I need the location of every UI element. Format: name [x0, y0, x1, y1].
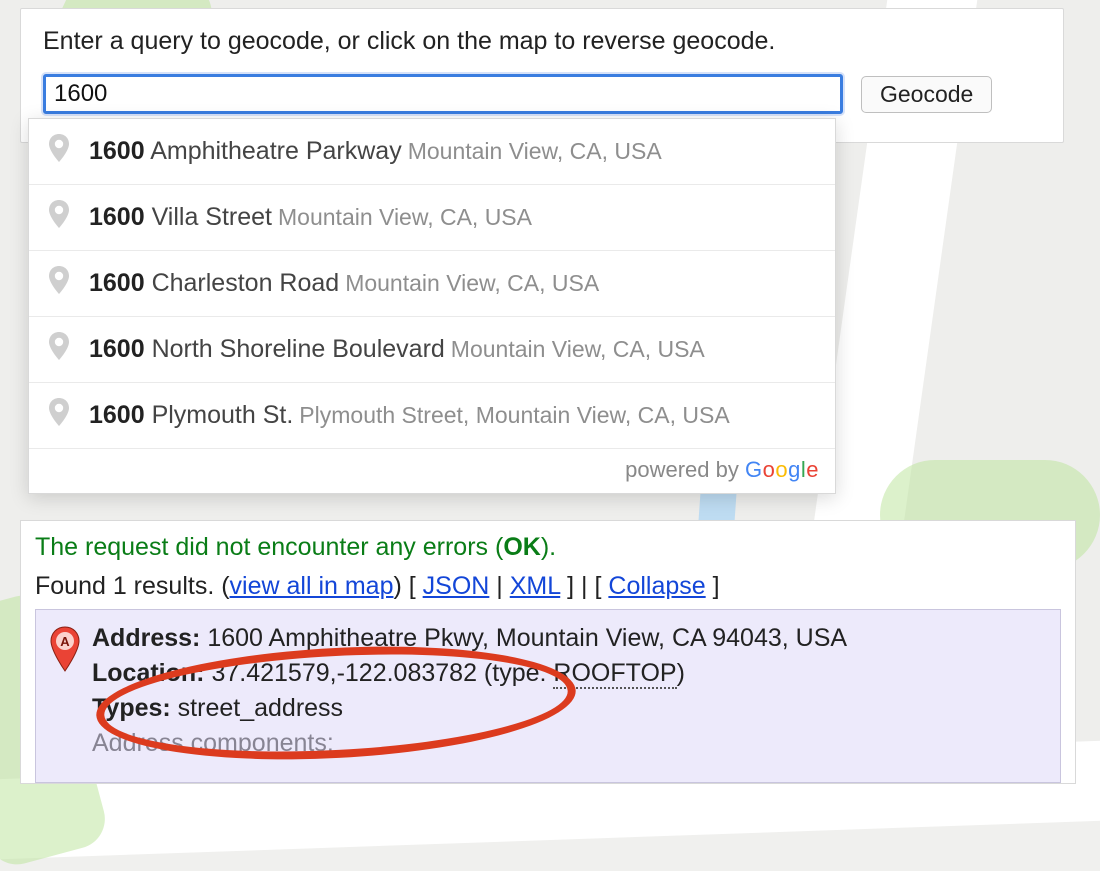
address-line: Address: 1600 Amphitheatre Pkwy, Mountai… [92, 624, 1046, 653]
link-view-all-in-map[interactable]: view all in map [230, 572, 394, 600]
autocomplete-rest: Villa Street [145, 203, 272, 231]
link-json[interactable]: JSON [423, 572, 490, 600]
map-pin-icon [47, 265, 71, 302]
autocomplete-item[interactable]: 1600 Plymouth St.Plymouth Street, Mounta… [29, 383, 835, 449]
type-close: ) [677, 659, 685, 687]
query-row: Geocode [43, 74, 1041, 114]
google-logo: Google [745, 457, 819, 482]
geocode-button[interactable]: Geocode [861, 76, 992, 113]
result-marker-a-icon: A [50, 626, 80, 672]
map-pin-icon [47, 199, 71, 236]
autocomplete-item[interactable]: 1600 Charleston RoadMountain View, CA, U… [29, 251, 835, 317]
found-prefix: Found 1 results. ( [35, 572, 230, 600]
type-open: (type: [484, 659, 553, 687]
autocomplete-rest: Plymouth St. [145, 401, 294, 429]
link-xml[interactable]: XML [510, 572, 560, 600]
address-value: 1600 Amphitheatre Pkwy, Mountain View, C… [200, 624, 847, 652]
autocomplete-match: 1600 [89, 269, 145, 297]
autocomplete-secondary: Mountain View, CA, USA [345, 270, 599, 296]
autocomplete-match: 1600 [89, 335, 145, 363]
autocomplete-secondary: Plymouth Street, Mountain View, CA, USA [299, 402, 729, 428]
sep-1: ) [ [393, 572, 422, 600]
autocomplete-main: 1600 Villa StreetMountain View, CA, USA [89, 203, 532, 232]
autocomplete-match: 1600 [89, 401, 145, 429]
link-collapse[interactable]: Collapse [608, 572, 705, 600]
autocomplete-secondary: Mountain View, CA, USA [408, 138, 662, 164]
status-line: The request did not encounter any errors… [35, 533, 1061, 562]
result-lines: Address: 1600 Amphitheatre Pkwy, Mountai… [92, 624, 1046, 764]
autocomplete-main: 1600 North Shoreline BoulevardMountain V… [89, 335, 705, 364]
autocomplete-item[interactable]: 1600 North Shoreline BoulevardMountain V… [29, 317, 835, 383]
location-value: 37.421579,-122.083782 [205, 659, 484, 687]
autocomplete-rest: Charleston Road [145, 269, 340, 297]
autocomplete-main: 1600 Plymouth St.Plymouth Street, Mounta… [89, 401, 730, 430]
autocomplete-main: 1600 Charleston RoadMountain View, CA, U… [89, 269, 599, 298]
autocomplete-item[interactable]: 1600 Amphitheatre ParkwayMountain View, … [29, 119, 835, 185]
autocomplete-match: 1600 [89, 203, 145, 231]
instruction-text: Enter a query to geocode, or click on th… [43, 27, 1041, 56]
autocomplete-main: 1600 Amphitheatre ParkwayMountain View, … [89, 137, 662, 166]
autocomplete-secondary: Mountain View, CA, USA [451, 336, 705, 362]
types-label: Types: [92, 694, 171, 722]
results-panel: The request did not encounter any errors… [20, 520, 1076, 784]
autocomplete-secondary: Mountain View, CA, USA [278, 204, 532, 230]
map-pin-icon [47, 331, 71, 368]
sep-2: ] | [ [560, 572, 608, 600]
autocomplete-attribution: powered by Google [29, 449, 835, 493]
address-label: Address: [92, 624, 200, 652]
map-pin-icon [47, 133, 71, 170]
types-line: Types: street_address [92, 694, 1046, 723]
location-label: Location: [92, 659, 205, 687]
autocomplete-rest: Amphitheatre Parkway [145, 137, 402, 165]
autocomplete-rest: North Shoreline Boulevard [145, 335, 445, 363]
status-code: OK [503, 533, 541, 561]
location-type: ROOFTOP [553, 659, 676, 689]
svg-text:A: A [60, 634, 70, 649]
powered-by-text: powered by [625, 457, 745, 482]
status-prefix: The request did not encounter any errors… [35, 533, 503, 561]
result-card: A Address: 1600 Amphitheatre Pkwy, Mount… [35, 609, 1061, 783]
location-line: Location: 37.421579,-122.083782 (type: R… [92, 659, 1046, 688]
sep-pipe: | [489, 572, 509, 600]
autocomplete-match: 1600 [89, 137, 145, 165]
status-suffix: ). [541, 533, 556, 561]
autocomplete-item[interactable]: 1600 Villa StreetMountain View, CA, USA [29, 185, 835, 251]
autocomplete-dropdown: 1600 Amphitheatre ParkwayMountain View, … [28, 118, 836, 494]
sep-3: ] [706, 572, 720, 600]
map-pin-icon [47, 397, 71, 434]
types-value: street_address [171, 694, 343, 722]
query-input[interactable] [43, 74, 843, 114]
address-components-line: Address components: [92, 729, 1046, 758]
components-label: Address components: [92, 729, 334, 757]
found-line: Found 1 results. (view all in map) [ JSO… [35, 572, 1061, 601]
